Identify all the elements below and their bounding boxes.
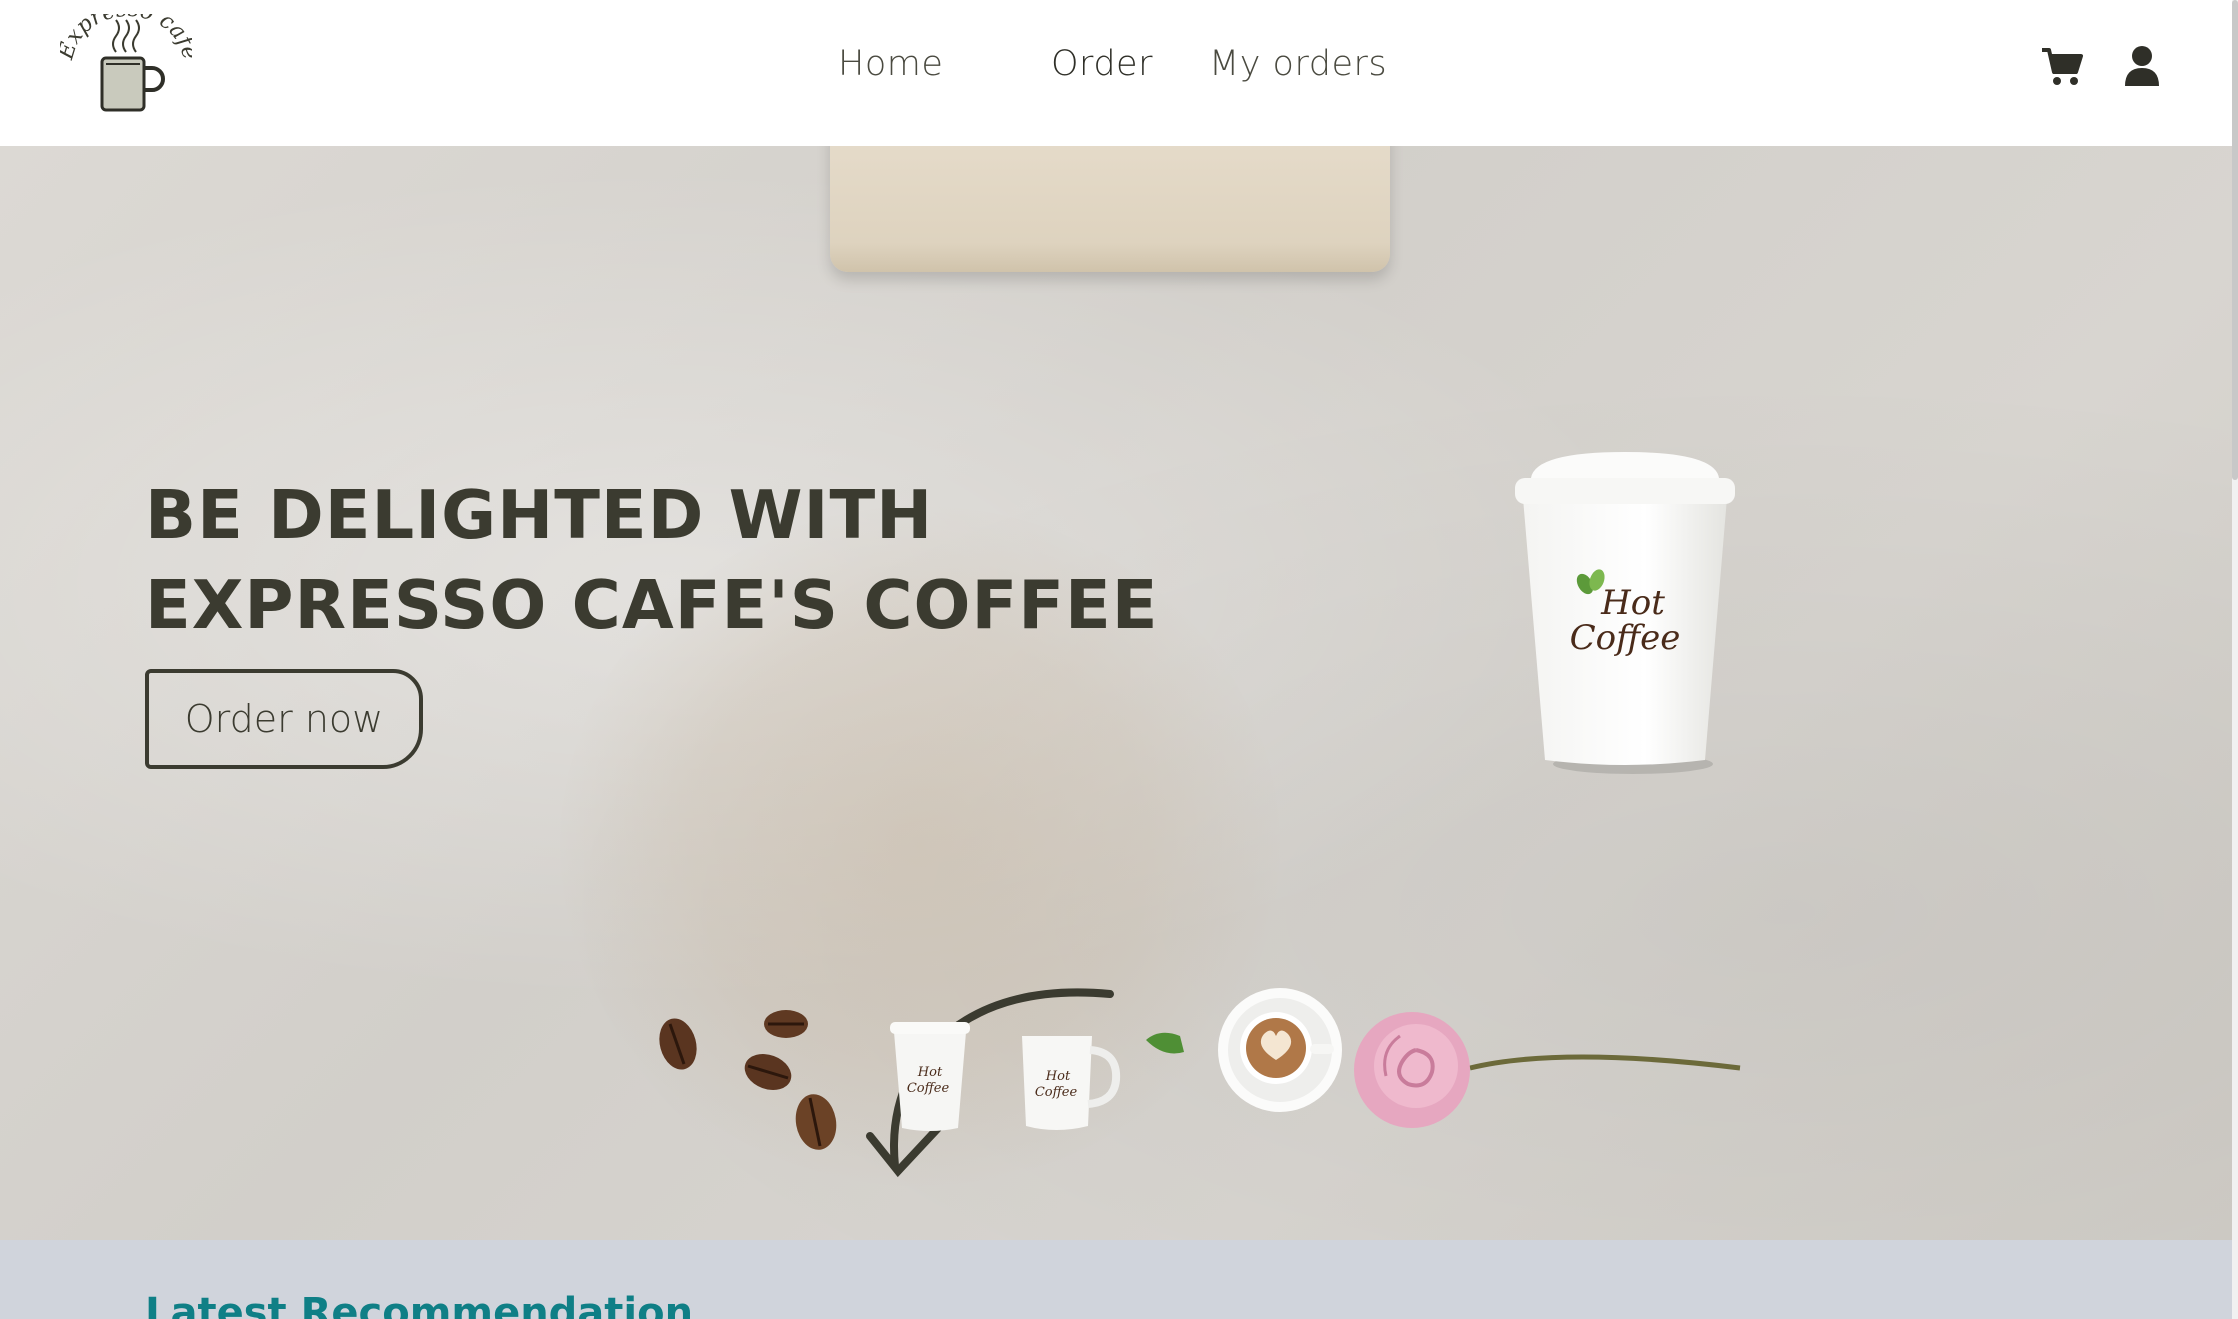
svg-text:Coffee: Coffee bbox=[907, 1081, 950, 1096]
nav-order-link[interactable]: Order bbox=[1051, 44, 1153, 84]
nav-my-orders-link[interactable]: My orders bbox=[1209, 44, 1387, 84]
hot-coffee-cup-image: Hot Coffee bbox=[1515, 452, 1735, 774]
scrollbar[interactable] bbox=[2232, 0, 2238, 1319]
hero-title-line1: BE DELIGHTED WITH bbox=[145, 476, 934, 554]
svg-text:Hot: Hot bbox=[1045, 1069, 1071, 1084]
hero-title-line2: EXPRESSO CAFE'S COFFEE bbox=[145, 566, 1159, 644]
svg-text:Coffee: Coffee bbox=[1035, 1085, 1078, 1100]
svg-text:Hot: Hot bbox=[917, 1065, 943, 1080]
scrollbar-thumb[interactable] bbox=[2232, 0, 2238, 480]
hero-title: BE DELIGHTED WITH EXPRESSO CAFE'S COFFEE bbox=[145, 470, 1159, 650]
navbar: Expresso cafe Home Order My orders bbox=[0, 0, 2232, 146]
latest-recommendation-section: Latest Recommendation bbox=[0, 1240, 2232, 1319]
burlap-bag-image bbox=[830, 146, 1390, 272]
order-now-button[interactable]: Order now bbox=[145, 669, 423, 769]
hero-section: BE DELIGHTED WITH EXPRESSO CAFE'S COFFEE… bbox=[0, 146, 2232, 1240]
svg-text:Hot: Hot bbox=[1600, 583, 1665, 623]
latte-cup-image bbox=[1146, 988, 1342, 1112]
coffee-decoration-group: Hot Coffee Hot Coffee bbox=[659, 988, 1741, 1178]
nav-home-link[interactable]: Home bbox=[838, 44, 943, 84]
page: Expresso cafe Home Order My orders bbox=[0, 0, 2238, 1319]
user-icon[interactable] bbox=[2120, 44, 2164, 88]
logo[interactable]: Expresso cafe bbox=[53, 0, 202, 118]
cart-icon[interactable] bbox=[2040, 44, 2084, 88]
svg-text:Coffee: Coffee bbox=[1570, 618, 1681, 658]
logo-icon: Expresso cafe bbox=[53, 0, 202, 112]
small-coffee-cup-image: Hot Coffee bbox=[890, 1022, 970, 1131]
pink-rose-image bbox=[1354, 1012, 1741, 1128]
latest-recommendation-title: Latest Recommendation bbox=[145, 1290, 694, 1319]
coffee-mug-image: Hot Coffee bbox=[1022, 1036, 1121, 1130]
coffee-beans-image bbox=[659, 1010, 837, 1150]
